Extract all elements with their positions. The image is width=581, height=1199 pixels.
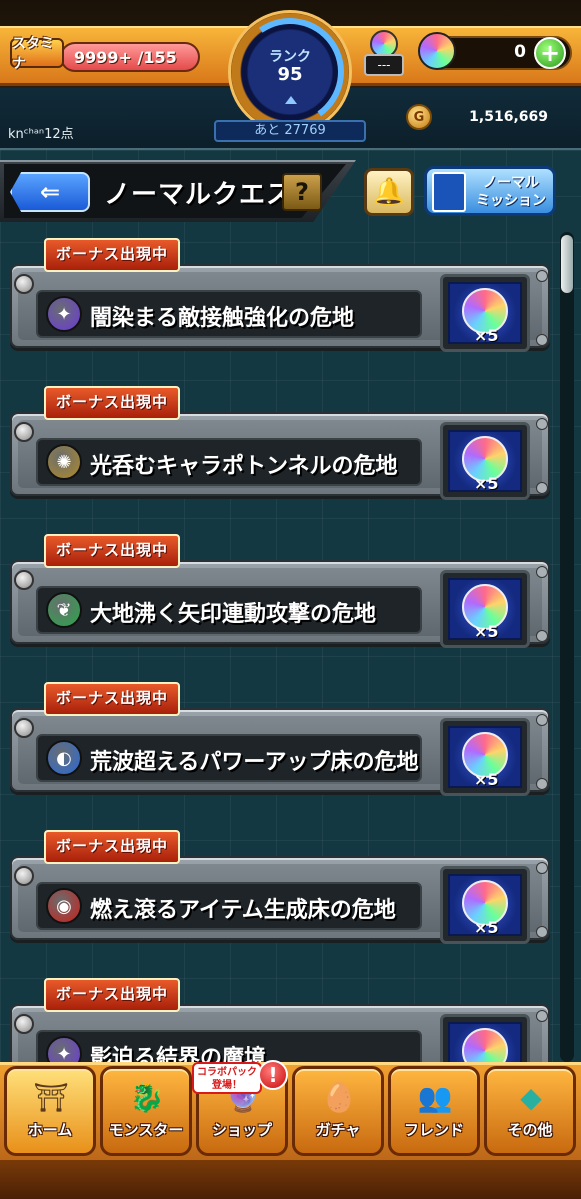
coin-icon: G (406, 104, 432, 130)
nav-label: その他 (507, 1121, 553, 1139)
quest-name: 大地沸く矢印連動攻撃の危地 (90, 602, 377, 627)
stamina-value: 9999+ (74, 48, 132, 67)
bolt-icon (14, 570, 34, 590)
bolt-icon (536, 566, 548, 578)
bolt-icon (14, 866, 34, 886)
rank-label: ランク (269, 49, 311, 65)
bolt-icon (536, 714, 548, 726)
nav-item[interactable]: ⛩ ホーム (4, 1066, 96, 1156)
bonus-badge: ボーナス出現中 (44, 830, 180, 864)
collab-badge-line2: 登場！ (212, 1080, 242, 1091)
reward-quantity: ×5 (474, 326, 499, 345)
nav-item[interactable]: ◆ その他 (484, 1066, 576, 1156)
rank-value: 95 (277, 64, 303, 85)
nav-label: ガチャ (315, 1121, 361, 1139)
bolt-icon (536, 270, 548, 282)
quest-item[interactable]: ボーナス出現中 ✦ 闇染まる敵接触強化の危地 ×5 (10, 238, 550, 352)
home-gate-icon: ⛩ (33, 1080, 69, 1114)
scrollbar-track[interactable] (560, 232, 574, 1062)
bolt-icon (536, 630, 548, 642)
quest-item[interactable]: ボーナス出現中 ✦ 影迫る結界の魔境 ×5 (10, 978, 550, 1070)
element-wood-icon: ❦ (46, 592, 82, 628)
orb-count: 0 (514, 42, 526, 62)
reward-quantity: ×5 (474, 474, 499, 493)
collab-badge-line1: コラボパック (197, 1067, 257, 1078)
stamina-max: /155 (137, 48, 177, 67)
bolt-icon (14, 274, 34, 294)
bonus-badge: ボーナス出現中 (44, 238, 180, 272)
nav-label: フレンド (403, 1121, 464, 1139)
orb-cloud-button[interactable]: --- (364, 30, 404, 76)
quest-item[interactable]: ボーナス出現中 ◐ 荒波超えるパワーアップ床の危地 ×5 (10, 682, 550, 796)
reward-quantity: ×5 (474, 770, 499, 789)
element-water-icon: ◐ (46, 740, 82, 776)
nav-label: モンスター (108, 1121, 184, 1139)
dragon-icon: 🐉 (129, 1080, 165, 1114)
stamina-text: 9999+ /155 (74, 48, 177, 67)
username: knᶜʰᵃⁿ12点 (8, 127, 74, 142)
collab-pack-badge: コラボパック 登場！ (192, 1062, 262, 1094)
rank-arrow-icon (285, 96, 297, 104)
bonus-badge: ボーナス出現中 (44, 386, 180, 420)
nav-item[interactable]: 🐉 モンスター (100, 1066, 192, 1156)
bottom-strip (0, 1160, 581, 1199)
nav-label: ショップ (211, 1121, 272, 1139)
egg-icon: 🥚 (321, 1080, 357, 1114)
bolt-icon (536, 418, 548, 430)
mission-book-icon (432, 172, 466, 212)
orb-cloud-value: --- (364, 54, 404, 76)
nav-label: ホーム (27, 1121, 73, 1139)
other-icon: ◆ (520, 1080, 542, 1114)
reward-quantity: ×5 (474, 622, 499, 641)
bolt-icon (536, 334, 548, 346)
friends-icon: 👥 (417, 1080, 453, 1114)
bolt-icon (14, 1014, 34, 1034)
quest-name: 闇染まる敵接触強化の危地 (90, 306, 355, 331)
bonus-badge: ボーナス出現中 (44, 978, 180, 1012)
quest-item[interactable]: ボーナス出現中 ◉ 燃え滾るアイテム生成床の危地 ×5 (10, 830, 550, 944)
orb-icon (418, 32, 456, 70)
back-button[interactable]: ⇐ (10, 172, 90, 212)
bolt-icon (536, 1010, 548, 1022)
next-rank-exp: あと 27769 (214, 120, 366, 142)
nav-item[interactable]: 👥 フレンド (388, 1066, 480, 1156)
element-dark-icon: ✦ (46, 296, 82, 332)
quest-item[interactable]: ボーナス出現中 ✺ 光呑むキャラポトンネルの危地 ×5 (10, 386, 550, 500)
element-fire-icon: ◉ (46, 888, 82, 924)
bonus-badge: ボーナス出現中 (44, 682, 180, 716)
quest-list[interactable]: ボーナス出現中 ✦ 闇染まる敵接触強化の危地 ×5 ボーナス出現中 ✺ 光呑むキ… (0, 230, 581, 1070)
quest-name: 光呑むキャラポトンネルの危地 (90, 454, 398, 479)
bolt-icon (536, 482, 548, 494)
reward-quantity: ×5 (474, 918, 499, 937)
bonus-badge: ボーナス出現中 (44, 534, 180, 568)
quest-item[interactable]: ボーナス出現中 ❦ 大地沸く矢印連動攻撃の危地 ×5 (10, 534, 550, 648)
quest-name: 荒波超えるパワーアップ床の危地 (90, 750, 419, 775)
help-button[interactable]: ? (282, 173, 322, 211)
mission-label-line1: ノーマル (483, 175, 539, 191)
mission-label-line2: ミッション (476, 193, 546, 209)
bolt-icon (14, 718, 34, 738)
bell-button[interactable]: 🔔 (364, 168, 414, 216)
quest-name: 燃え滾るアイテム生成床の危地 (90, 898, 396, 923)
coin-count: 1,516,669 (469, 109, 548, 125)
bolt-icon (536, 778, 548, 790)
bolt-icon (536, 926, 548, 938)
alert-icon: ! (258, 1060, 288, 1090)
scrollbar-thumb[interactable] (561, 235, 573, 293)
buy-orb-button[interactable]: + (534, 37, 566, 69)
bolt-icon (14, 422, 34, 442)
bell-icon: 🔔 (372, 177, 406, 207)
stamina-icon: スタミナ (10, 36, 64, 72)
element-light-icon: ✺ (46, 444, 82, 480)
nav-item[interactable]: 🥚 ガチャ (292, 1066, 384, 1156)
bolt-icon (536, 862, 548, 874)
